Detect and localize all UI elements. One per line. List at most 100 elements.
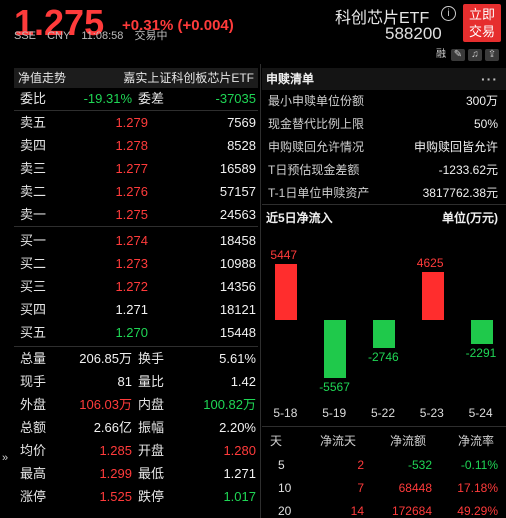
level-label: 卖五 bbox=[20, 115, 47, 130]
info-value: -1233.62元 bbox=[438, 163, 498, 177]
weicha-value: -37035 bbox=[215, 91, 256, 106]
weibi-row: 委比 -19.31% 委差 -37035 bbox=[14, 88, 258, 110]
stat-label: 开盘 bbox=[138, 443, 165, 458]
stat-value: 1.42 bbox=[230, 374, 256, 389]
more-icon[interactable]: ··· bbox=[481, 68, 498, 90]
bell-icon[interactable]: ♫ bbox=[468, 49, 482, 61]
flow-days: 10 bbox=[278, 481, 292, 495]
weibi-value: -19.31% bbox=[83, 91, 132, 106]
stat-label: 均价 bbox=[20, 443, 47, 458]
flow-table-row: 10 7 68448 17.18% bbox=[262, 477, 506, 499]
share-icon[interactable]: ⇪ bbox=[485, 49, 499, 61]
stat-label: 换手 bbox=[138, 351, 165, 366]
inflow-bar bbox=[324, 320, 347, 378]
creation-info-row: 最小申赎单位份额 300万 bbox=[262, 90, 506, 112]
level-price: 1.274 bbox=[115, 233, 148, 248]
bid-row: 买一 1.274 18458 bbox=[14, 230, 258, 252]
market-code: SSE bbox=[14, 30, 37, 42]
flow-amount: 172684 bbox=[391, 504, 432, 518]
info-value: 3817762.38元 bbox=[422, 186, 498, 200]
level-volume: 10988 bbox=[219, 256, 256, 271]
stat-label: 涨停 bbox=[20, 489, 47, 504]
margin-icon[interactable]: 融 bbox=[434, 49, 448, 61]
date-label: 5-19 bbox=[322, 406, 347, 420]
creation-redemption-panel: 申赎清单 ··· 最小申赎单位份额 300万 现金替代比例上限 50% 申购赎回允许情况… bbox=[262, 64, 506, 518]
level-volume: 8528 bbox=[227, 138, 256, 153]
fund-fullname: 嘉实上证科创板芯片ETF bbox=[123, 71, 254, 85]
flow-title: 近5日净流入 bbox=[266, 211, 333, 225]
creation-list-title: 申赎清单 ··· bbox=[262, 68, 506, 90]
level-volume: 7569 bbox=[227, 115, 256, 130]
flow-net-days: 7 bbox=[357, 481, 364, 495]
trade-button-line2: 交易 bbox=[468, 24, 495, 39]
expand-arrow-icon[interactable]: » bbox=[2, 452, 8, 464]
stat-value: 2.66亿 bbox=[93, 420, 132, 435]
level-label: 买三 bbox=[20, 279, 47, 294]
stats-row: 涨停 1.525 跌停 1.017 bbox=[14, 486, 258, 508]
info-value: 申购赎回皆允许 bbox=[413, 140, 498, 154]
flow-unit: 单位(万元) bbox=[442, 211, 498, 225]
stat-label: 现手 bbox=[20, 374, 47, 389]
stat-value: 106.03万 bbox=[79, 397, 132, 412]
creation-info-row: T-1日单位申赎资产 3817762.38元 bbox=[262, 182, 506, 204]
flow-net-days: 2 bbox=[357, 458, 364, 472]
bid-row: 买三 1.272 14356 bbox=[14, 276, 258, 298]
trading-status: 交易中 bbox=[134, 30, 168, 42]
flow-col-header: 天 bbox=[270, 434, 283, 448]
trade-button-line1: 立即 bbox=[468, 7, 495, 22]
flow-table-header: 天 净流天 净流额 净流率 bbox=[262, 430, 506, 452]
stat-label: 内盘 bbox=[138, 397, 165, 412]
stat-value: 1.271 bbox=[223, 466, 256, 481]
stat-label: 总额 bbox=[20, 420, 47, 435]
level-volume: 18121 bbox=[219, 302, 256, 317]
level-price: 1.275 bbox=[115, 207, 148, 222]
creation-info-row: 申购赎回允许情况 申购赎回皆允许 bbox=[262, 136, 506, 158]
ask-row: 卖四 1.278 8528 bbox=[14, 135, 258, 157]
stat-value: 1.280 bbox=[223, 443, 256, 458]
stats-row: 现手 81 量比 1.42 bbox=[14, 371, 258, 393]
flow-days: 20 bbox=[278, 504, 292, 518]
bid-row: 买四 1.271 18121 bbox=[14, 299, 258, 321]
weibi-label: 委比 bbox=[20, 91, 47, 106]
inflow-value-label: 5447 bbox=[270, 247, 298, 262]
flow-amount: 68448 bbox=[398, 481, 432, 495]
stat-value: 5.61% bbox=[219, 351, 256, 366]
inflow-bar bbox=[470, 320, 493, 344]
stat-label: 最低 bbox=[138, 466, 165, 481]
edit-icon[interactable]: ✎ bbox=[451, 49, 465, 61]
market-meta: SSE CNY 11:08:58 交易中 bbox=[14, 27, 175, 43]
order-book-panel: 净值走势 嘉实上证科创板芯片ETF 委比 -19.31% 委差 -37035 卖… bbox=[14, 64, 258, 518]
trade-now-button[interactable]: 立即 交易 bbox=[463, 4, 501, 42]
inflow-value-label: -2746 bbox=[368, 350, 399, 365]
level-volume: 24563 bbox=[219, 207, 256, 222]
level-price: 1.272 bbox=[115, 279, 148, 294]
stat-value: 100.82万 bbox=[203, 397, 256, 412]
divider bbox=[262, 204, 506, 205]
stats-row: 总量 206.85万 换手 5.61% bbox=[14, 348, 258, 370]
stats-row: 外盘 106.03万 内盘 100.82万 bbox=[14, 394, 258, 416]
flow-col-header: 净流率 bbox=[458, 434, 495, 448]
stats-row: 总额 2.66亿 振幅 2.20% bbox=[14, 417, 258, 439]
level-price: 1.271 bbox=[115, 302, 148, 317]
flow-net-days: 14 bbox=[350, 504, 364, 518]
info-key: 现金替代比例上限 bbox=[268, 117, 365, 131]
info-icon[interactable]: i bbox=[441, 6, 456, 21]
level-volume: 16589 bbox=[219, 161, 256, 176]
level-label: 卖三 bbox=[20, 161, 47, 176]
stat-label: 总量 bbox=[20, 351, 47, 366]
flow-table-row: 5 2 -532 -0.11% bbox=[262, 454, 506, 476]
creation-info-row: T日预估现金差额 -1233.62元 bbox=[262, 159, 506, 181]
inflow-value-label: -2291 bbox=[465, 345, 497, 360]
info-key: T-1日单位申赎资产 bbox=[268, 186, 370, 200]
divider bbox=[262, 426, 506, 427]
level-label: 买二 bbox=[20, 256, 47, 271]
order-book-head: 净值走势 嘉实上证科创板芯片ETF bbox=[14, 68, 258, 88]
stat-value: 81 bbox=[117, 374, 132, 389]
info-key: 最小申赎单位份额 bbox=[268, 94, 365, 108]
nav-trend-tab[interactable]: 净值走势 bbox=[18, 68, 66, 88]
info-key: T日预估现金差额 bbox=[268, 163, 360, 177]
quote-time: 11:08:58 bbox=[81, 30, 124, 42]
date-label: 5-24 bbox=[468, 406, 493, 420]
flow-rate: 17.18% bbox=[457, 481, 498, 495]
ask-row: 卖五 1.279 7569 bbox=[14, 112, 258, 134]
